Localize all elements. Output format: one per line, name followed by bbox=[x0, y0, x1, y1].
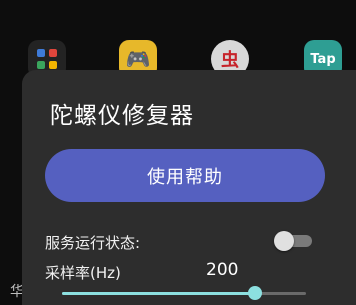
service-toggle[interactable] bbox=[274, 231, 312, 251]
dot-blue bbox=[37, 49, 45, 57]
sample-rate-slider[interactable] bbox=[62, 285, 306, 301]
tap-label: Tap bbox=[310, 51, 336, 67]
slider-fill bbox=[62, 292, 255, 295]
dot-red bbox=[49, 49, 57, 57]
service-status-label: 服务运行状态: bbox=[45, 234, 141, 252]
slider-knob[interactable] bbox=[247, 286, 262, 300]
dot-green bbox=[37, 61, 45, 69]
sample-rate-label: 采样率(Hz) bbox=[45, 264, 121, 282]
folder-dots bbox=[37, 49, 57, 69]
sample-rate-value: 200 bbox=[206, 260, 239, 280]
gyro-fixer-dialog: 陀螺仪修复器 使用帮助 服务运行状态: 采样率(Hz) 200 bbox=[22, 70, 356, 305]
gamepad-icon: 🎮 bbox=[125, 47, 151, 71]
dot-yellow bbox=[49, 61, 57, 69]
bug-icon: 虫 bbox=[221, 50, 239, 71]
toggle-thumb[interactable] bbox=[274, 231, 294, 251]
dialog-title: 陀螺仪修复器 bbox=[50, 103, 194, 129]
help-button[interactable]: 使用帮助 bbox=[45, 149, 325, 202]
